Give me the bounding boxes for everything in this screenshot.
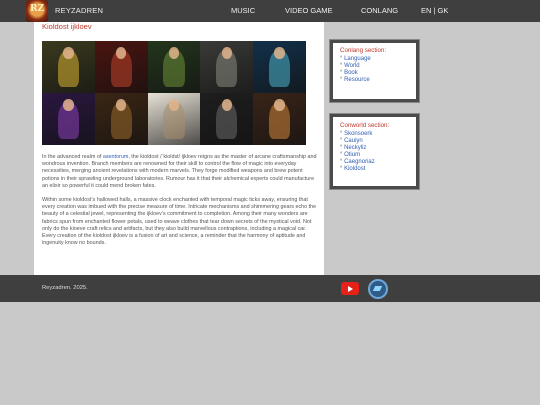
logo-text: RZ [30, 4, 45, 14]
gallery-image-5 [253, 41, 306, 93]
gallery-image-6 [42, 93, 95, 145]
conworld-section-box: Conworld section: ° Skonsoerk ° Cauiyn °… [330, 114, 419, 189]
conlang-item[interactable]: ° Language [340, 56, 416, 63]
page-title: Kioldost ijkloev [42, 22, 92, 31]
gallery-image-8 [147, 93, 201, 145]
gallery-image-7 [94, 93, 148, 145]
youtube-icon[interactable] [341, 282, 359, 295]
conlang-section-box: Conlang section: ° Language ° World ° Bo… [330, 40, 419, 102]
gallery-image-1 [42, 41, 95, 93]
nav-video-game-link[interactable]: VIDEO GAME [285, 6, 333, 15]
character-gallery [42, 41, 306, 145]
conworld-item[interactable]: ° Neckyliz [340, 145, 416, 152]
nav-music-link[interactable]: MUSIC [231, 6, 255, 15]
conworld-item[interactable]: ° Skonsoerk [340, 131, 416, 138]
conworld-section-title: Conworld section: [340, 122, 390, 129]
conworld-item[interactable]: ° Cauiyn [340, 138, 416, 145]
intro-text-start: In the advanced realm of [42, 154, 103, 160]
gallery-image-3 [147, 41, 201, 93]
gallery-image-2 [94, 41, 148, 93]
lore-paragraph: Within some kioldost’s hallowed halls, a… [42, 197, 317, 247]
itch-io-glyph [372, 286, 383, 291]
conlang-item[interactable]: ° Book [340, 70, 416, 77]
itch-io-icon[interactable] [368, 279, 388, 299]
conlang-section-title: Conlang section: [340, 47, 387, 54]
intro-paragraph: In the advanced realm of asentorum, the … [42, 154, 320, 190]
asentorum-link[interactable]: asentorum [103, 154, 128, 160]
conlang-item[interactable]: ° World [340, 63, 416, 70]
main-content: Kioldost ijkloev In the advanced realm o… [34, 22, 324, 275]
site-footer: Reyzadren. 2025. [0, 275, 540, 302]
site-logo[interactable]: RZ [26, 0, 48, 22]
gallery-image-4 [200, 41, 254, 93]
nav-conlang-link[interactable]: CONLANG [361, 6, 398, 15]
conlang-section-list: ° Language ° World ° Book ° Resource [340, 56, 416, 84]
nav-language-switch[interactable]: EN | GK [421, 6, 448, 15]
gallery-image-9 [200, 93, 254, 145]
conworld-item[interactable]: ° Kioldost [340, 166, 416, 173]
top-navigation-bar: RZ REYZADREN MUSIC VIDEO GAME CONLANG EN… [0, 0, 540, 22]
conworld-section-list: ° Skonsoerk ° Cauiyn ° Neckyliz ° Otium … [340, 131, 416, 173]
copyright-text: Reyzadren. 2025. [42, 285, 88, 291]
site-brand-name[interactable]: REYZADREN [55, 6, 103, 15]
conlang-item[interactable]: ° Resource [340, 77, 416, 84]
play-triangle-icon [348, 285, 353, 292]
conworld-item[interactable]: ° Otium [340, 152, 416, 159]
gallery-image-10 [253, 93, 306, 145]
conworld-item[interactable]: ° Caegnoriaz [340, 159, 416, 166]
